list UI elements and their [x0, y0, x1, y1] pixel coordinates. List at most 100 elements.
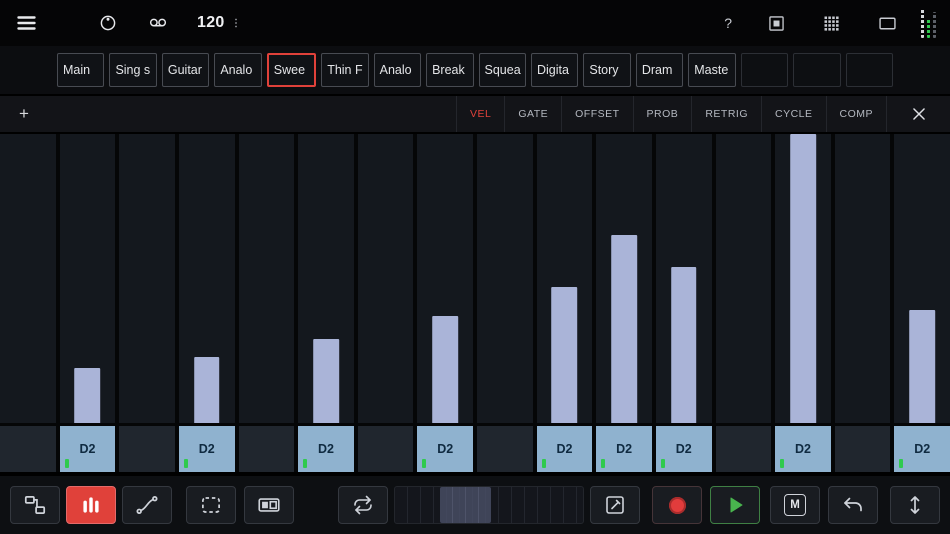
display-button[interactable] [876, 13, 899, 34]
step-cell-6[interactable]: D2 [298, 426, 354, 472]
velocity-lane-6[interactable] [298, 134, 354, 423]
track-tab-squea[interactable]: Squea [478, 53, 526, 87]
step-cell-1[interactable] [0, 426, 56, 472]
track-tab-swee[interactable]: Swee [266, 53, 317, 87]
step-cell-8[interactable]: D2 [417, 426, 473, 472]
play-icon [730, 497, 743, 513]
track-tab-story[interactable]: Story [583, 53, 631, 87]
velocity-lane-14[interactable] [775, 134, 831, 423]
pattern-grid-button[interactable] [821, 13, 842, 34]
track-tab-empty-14[interactable] [740, 53, 789, 87]
link-circle-icon [100, 15, 116, 31]
velocity-grid [0, 134, 950, 423]
help-button[interactable]: ? [724, 15, 732, 31]
pads-icon [258, 498, 280, 512]
step-cell-2[interactable]: D2 [59, 426, 116, 472]
record-button[interactable] [652, 486, 702, 524]
step-cell-14[interactable]: D2 [775, 426, 831, 472]
track-tab-maste[interactable]: Maste [688, 53, 736, 87]
velocity-bar-step-11[interactable] [611, 235, 637, 423]
tempo-control[interactable]: 120 [197, 14, 243, 32]
track-tab-label: Squea [484, 63, 521, 77]
velocity-lane-16[interactable] [894, 134, 950, 423]
step-cell-4[interactable]: D2 [178, 426, 235, 472]
track-tab-digita[interactable]: Digita [530, 53, 579, 87]
pads-layout-button[interactable] [244, 486, 294, 524]
step-cell-9[interactable] [477, 426, 533, 472]
tempo-value[interactable]: 120 [197, 14, 225, 32]
track-tab-analo[interactable]: Analo [373, 53, 422, 87]
step-cell-3[interactable] [119, 426, 175, 472]
modules-icon [24, 496, 46, 514]
velocity-lane-9[interactable] [477, 134, 533, 423]
timeline-scrollbar[interactable] [394, 486, 584, 524]
edit-tab-offset[interactable]: OFFSET [561, 96, 632, 132]
velocity-lane-4[interactable] [178, 134, 235, 423]
velocity-lane-8[interactable] [417, 134, 473, 423]
velocity-lane-15[interactable] [834, 134, 891, 423]
edit-note-button[interactable] [590, 486, 640, 524]
velocity-lane-12[interactable] [655, 134, 712, 423]
tempo-menu-icon[interactable] [229, 14, 243, 32]
velocity-lane-3[interactable] [119, 134, 175, 423]
velocity-bar-step-14[interactable] [790, 134, 816, 423]
undo-button[interactable] [828, 486, 878, 524]
modules-view-button[interactable] [10, 486, 60, 524]
tape-recorder-icon [149, 18, 167, 27]
velocity-lane-10[interactable] [536, 134, 593, 423]
edit-tab-gate[interactable]: GATE [504, 96, 561, 132]
velocity-lane-2[interactable] [59, 134, 116, 423]
track-tab-break[interactable]: Break [426, 53, 474, 87]
velocity-bar-step-2[interactable] [74, 368, 101, 423]
step-active-led [64, 459, 69, 468]
automation-button[interactable] [122, 486, 172, 524]
meter-bar-3 [933, 12, 936, 38]
edit-tab-prob[interactable]: PROB [632, 96, 692, 132]
recorder-button[interactable] [145, 12, 171, 34]
velocity-lane-7[interactable] [357, 134, 414, 423]
track-tab-dram[interactable]: Dram [635, 53, 684, 87]
loop-button[interactable] [338, 486, 388, 524]
vertical-zoom-button[interactable] [890, 486, 940, 524]
edit-tab-cycle[interactable]: CYCLE [760, 96, 826, 132]
step-cell-5[interactable] [238, 426, 295, 472]
track-tab-thin-f[interactable]: Thin F [321, 53, 369, 87]
track-tab-empty-16[interactable] [845, 53, 893, 87]
track-tab-analo[interactable]: Analo [214, 53, 262, 87]
menu-button[interactable] [14, 11, 39, 35]
timeline-viewport[interactable] [440, 487, 491, 523]
velocity-lane-11[interactable] [596, 134, 652, 423]
velocity-bar-step-4[interactable] [193, 356, 220, 423]
track-tab-empty-15[interactable] [793, 53, 841, 87]
velocity-lane-13[interactable] [715, 134, 772, 423]
selection-button[interactable] [186, 486, 236, 524]
step-cell-15[interactable] [834, 426, 891, 472]
velocity-lane-1[interactable] [0, 134, 56, 423]
step-cell-16[interactable]: D2 [894, 426, 950, 472]
floating-window-button[interactable] [766, 13, 787, 34]
add-button[interactable]: + [0, 96, 52, 132]
step-sequencer-button[interactable] [66, 486, 116, 524]
edit-tab-retrig[interactable]: RETRIG [691, 96, 761, 132]
step-cell-13[interactable] [715, 426, 772, 472]
edit-tab-comp[interactable]: COMP [825, 96, 887, 132]
mute-button[interactable]: M [770, 486, 820, 524]
record-dot-icon [668, 496, 686, 514]
velocity-bar-step-12[interactable] [670, 266, 697, 423]
track-tab-sing-s[interactable]: Sing s [109, 53, 157, 87]
track-tab-guitar[interactable]: Guitar [161, 53, 210, 87]
play-button[interactable] [710, 486, 760, 524]
velocity-bar-step-8[interactable] [432, 316, 458, 423]
velocity-bar-step-10[interactable] [551, 287, 578, 423]
edit-tab-vel[interactable]: VEL [455, 96, 504, 132]
step-cell-10[interactable]: D2 [536, 426, 593, 472]
velocity-lane-5[interactable] [238, 134, 295, 423]
step-cell-11[interactable]: D2 [596, 426, 652, 472]
track-tab-main[interactable]: Main [57, 53, 105, 87]
link-button[interactable] [97, 12, 119, 34]
close-editor-button[interactable] [886, 96, 950, 132]
velocity-bar-step-16[interactable] [909, 310, 935, 423]
velocity-bar-step-6[interactable] [313, 339, 339, 423]
step-cell-12[interactable]: D2 [655, 426, 712, 472]
step-cell-7[interactable] [357, 426, 414, 472]
